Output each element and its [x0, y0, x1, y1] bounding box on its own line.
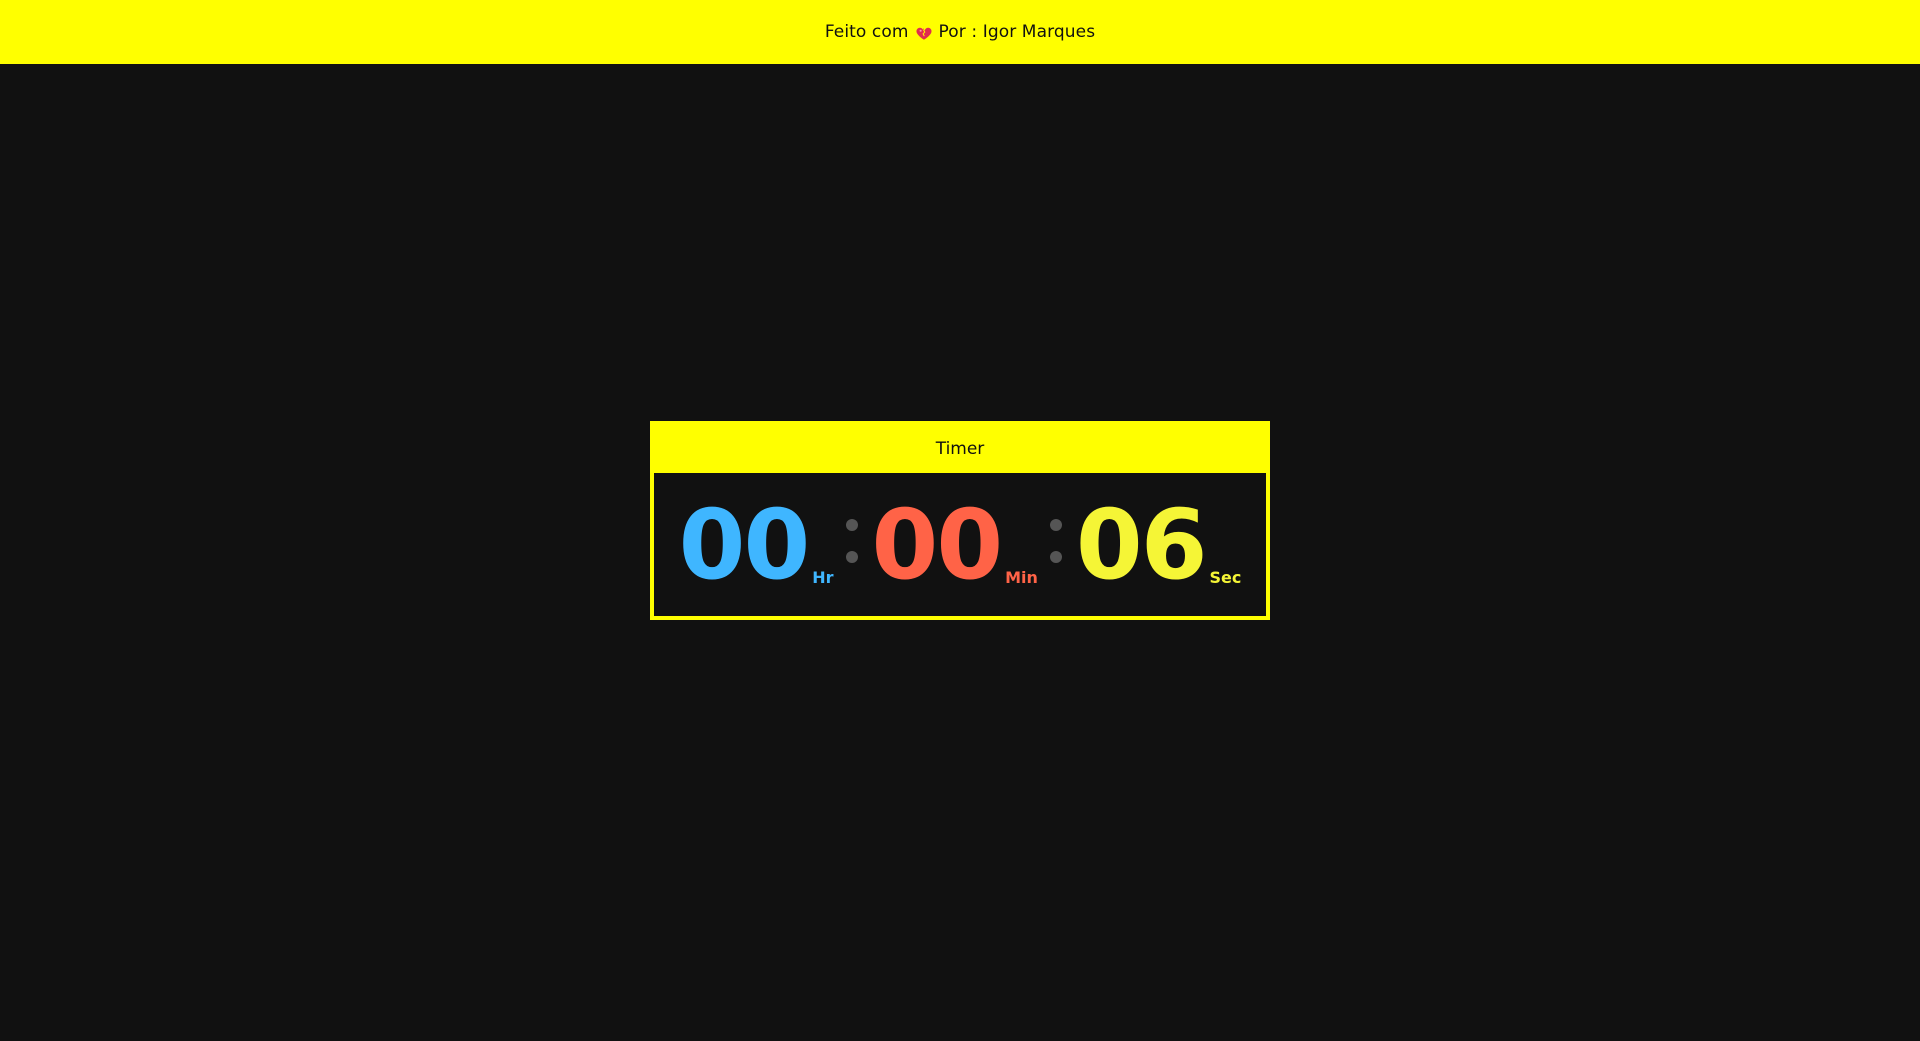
- minutes-unit: Min: [1005, 567, 1038, 587]
- author-text: Por : Igor Marques: [938, 22, 1096, 42]
- seconds-unit: Sec: [1209, 567, 1242, 587]
- minutes-value: 00: [871, 488, 1004, 601]
- seconds-value: 06: [1075, 488, 1208, 601]
- made-with-text: Feito com: [824, 22, 909, 42]
- time-separator: [1049, 518, 1062, 563]
- hours-value: 00: [678, 488, 811, 601]
- separator-dot: [845, 518, 858, 531]
- separator-dot: [845, 550, 858, 563]
- seconds-segment: 06 Sec: [1076, 497, 1241, 593]
- timer-panel: Timer 00 Hr 00 Min 06 Sec: [650, 421, 1270, 620]
- hours-segment: 00 Hr: [679, 497, 834, 593]
- separator-dot: [1049, 550, 1062, 563]
- minutes-segment: 00 Min: [872, 497, 1038, 593]
- timer-title: Timer: [935, 439, 985, 459]
- separator-dot: [1049, 518, 1062, 531]
- hours-unit: Hr: [812, 567, 834, 587]
- heart-icon: [915, 24, 933, 42]
- time-separator: [845, 518, 858, 563]
- credits-bar: Feito com Por : Igor Marques: [0, 0, 1920, 64]
- timer-display: 00 Hr 00 Min 06 Sec: [654, 473, 1266, 616]
